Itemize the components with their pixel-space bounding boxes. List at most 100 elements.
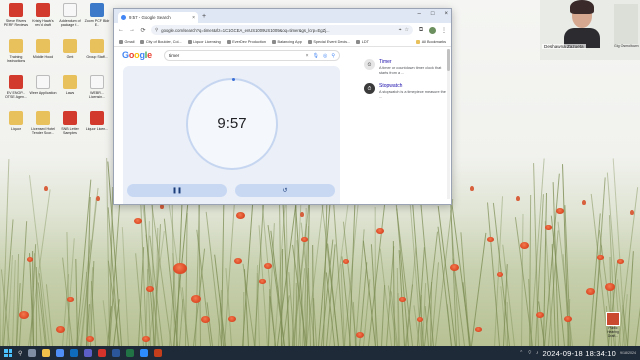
desktop-icon[interactable]: Group Staff... (83, 39, 111, 59)
bookmark-item[interactable]: Special Event Decis... (307, 39, 350, 44)
bookmark-item[interactable]: City of Boulder, Col... (140, 39, 182, 44)
wifi-icon[interactable]: ⌔ (527, 350, 532, 356)
participant-video (562, 0, 602, 48)
taskbar-clock[interactable]: 2024-09-18 18:34:10 (543, 349, 616, 358)
pause-button[interactable]: ❚❚ (127, 184, 227, 197)
new-tab-button[interactable]: + (202, 13, 206, 20)
desktop-icon[interactable]: Middle Hood (29, 39, 57, 59)
excel-icon[interactable] (126, 349, 135, 357)
volume-icon[interactable]: ♪ (536, 350, 539, 356)
teams-icon[interactable] (84, 349, 93, 357)
bookmark-item[interactable]: Balancing App (272, 39, 302, 44)
minimize-icon[interactable]: – (418, 11, 421, 17)
maximize-icon[interactable]: □ (431, 11, 435, 17)
reload-icon[interactable]: ⟳ (140, 27, 146, 34)
zoom-icon[interactable] (140, 349, 149, 357)
bookmark-item[interactable]: Gmail (119, 39, 134, 44)
lens-search-icon[interactable]: ◎ (323, 53, 327, 59)
word-icon[interactable] (112, 349, 121, 357)
desktop-icon[interactable]: Licensed Hotel Tender Scor... (29, 111, 57, 135)
desktop-icon[interactable]: WEBR... Licensin... (83, 75, 111, 99)
all-bookmarks-button[interactable]: All Bookmarks (416, 39, 446, 44)
bookmark-favicon-icon (187, 39, 192, 44)
desktop-icon[interactable]: Zoom PCF Bldr E.. (83, 3, 111, 27)
doc-file-icon (63, 3, 77, 17)
forward-arrow-icon[interactable]: → (129, 27, 135, 33)
taskbar: ⚲ ⌃ ⌔ ♪ 2024-09-18 18:34:10 9/18/2024 (0, 346, 640, 360)
timer-display[interactable]: 9:57 (188, 115, 276, 132)
profile-avatar[interactable] (429, 26, 436, 34)
grass-stem (381, 284, 386, 346)
desktop-icon[interactable]: SNB Letter Samples (56, 111, 84, 135)
poppy-flower (474, 326, 482, 333)
related-results-panel: ⏲ Timer A timer or countdown timer clock… (364, 59, 446, 107)
bookmark-favicon-icon (356, 39, 361, 44)
address-bar[interactable]: ⚲ google.com/search?q=timer&rlz=1C1GCEA_… (151, 25, 413, 35)
acrobat-icon[interactable] (98, 349, 107, 357)
poppy-bud (630, 210, 634, 215)
chrome-window[interactable]: 9:57 - Google Search × + – □ × ← → ⟳ ⚲ g… (113, 8, 452, 205)
search-input[interactable]: timer × 🎙 ◎ ⚲ (164, 50, 340, 61)
reset-button[interactable]: ↺ (235, 184, 335, 197)
search-query[interactable]: timer (169, 53, 302, 58)
desktop-icon[interactable]: Training Instructions (2, 39, 30, 63)
clear-search-icon[interactable]: × (306, 53, 309, 59)
outlook-icon[interactable] (70, 349, 79, 357)
desktop-icon-label: Group Staff... (86, 55, 108, 59)
timer-progress-dot (232, 78, 235, 81)
bookmark-star-icon[interactable]: ☆ (405, 27, 409, 33)
desktop-icon[interactable]: Liquor Licen... (83, 111, 111, 131)
related-title[interactable]: Stopwatch (379, 83, 446, 89)
search-icon[interactable]: ⚲ (18, 350, 22, 357)
desktop-icon-label: Weer Application (29, 91, 57, 95)
scrollbar-thumb[interactable] (447, 49, 450, 71)
reset-icon: ↺ (282, 188, 288, 194)
bookmark-item[interactable]: LDT (356, 39, 369, 44)
related-item-stopwatch[interactable]: ⏱ Stopwatch A stopwatch is a timepiece m… (364, 83, 446, 99)
task-view-icon[interactable] (28, 349, 37, 357)
desktop-icon[interactable]: Addendum of package f... (56, 3, 84, 27)
powerpoint-icon[interactable] (154, 349, 163, 357)
folder-file-icon (9, 39, 23, 53)
poppy-flower (228, 316, 236, 323)
desktop-icon-public-hearing[interactable]: Public Hearing Draft... (602, 312, 624, 342)
file-explorer-icon[interactable] (42, 349, 51, 357)
chevron-up-icon[interactable]: ⌃ (519, 350, 523, 356)
desktop-icon[interactable]: Gmt (56, 39, 84, 59)
search-icon[interactable]: ⚲ (331, 53, 335, 59)
related-title[interactable]: Timer (379, 59, 446, 65)
related-item-timer[interactable]: ⏲ Timer A timer or countdown timer clock… (364, 59, 446, 75)
grass-stem (368, 194, 387, 346)
stopwatch-thumb-icon: ⏱ (364, 83, 375, 95)
tab-google-search[interactable]: 9:57 - Google Search × (118, 12, 198, 23)
url-text[interactable]: google.com/search?q=timer&rlz=1C1GCEA_en… (161, 28, 395, 33)
timer-widget: 9:57 ❚❚ ↺ (123, 66, 340, 204)
desktop-icon[interactable]: Weer Application (29, 75, 57, 95)
desktop-icon[interactable]: EV ENOP... OTSE Agen... (2, 75, 30, 99)
related-desc: A stopwatch is a timepiece measure the .… (379, 90, 446, 99)
close-window-icon[interactable]: × (444, 11, 448, 17)
page-scrollbar[interactable] (447, 49, 450, 199)
pdf-file-icon (63, 111, 77, 125)
desktop-icon[interactable]: Liquor (2, 111, 30, 131)
desktop-icon[interactable]: Kristy Hawk's rev'd draft (29, 3, 57, 27)
pause-icon: ❚❚ (171, 188, 183, 194)
site-info-icon[interactable]: ⚲ (155, 27, 158, 33)
desktop-icon-label: SNB Letter Samples (61, 127, 79, 136)
chrome-icon[interactable] (56, 349, 65, 357)
desktop-icon-label: Liquor Licen... (85, 127, 109, 131)
google-logo[interactable]: Google (122, 50, 152, 60)
back-arrow-icon[interactable]: ← (118, 27, 124, 33)
voice-search-icon[interactable]: 🎙 (313, 53, 319, 59)
menu-kebab-icon[interactable]: ⋮ (441, 27, 447, 34)
desktop-icon[interactable]: Laws (56, 75, 84, 95)
bookmark-item[interactable]: Liquor Licensing (187, 39, 221, 44)
bookmark-item[interactable]: EverDev Production (226, 39, 266, 44)
close-tab-icon[interactable]: × (192, 15, 195, 21)
desktop-icon[interactable]: Steve Rivers PERF Reviews (2, 3, 30, 27)
windows-start-icon[interactable] (4, 349, 12, 357)
location-icon[interactable]: ⌖ (399, 27, 402, 33)
poppy-flower (605, 283, 615, 291)
doc-file-icon (36, 75, 50, 89)
extensions-icon[interactable]: ⧉ (418, 27, 424, 34)
